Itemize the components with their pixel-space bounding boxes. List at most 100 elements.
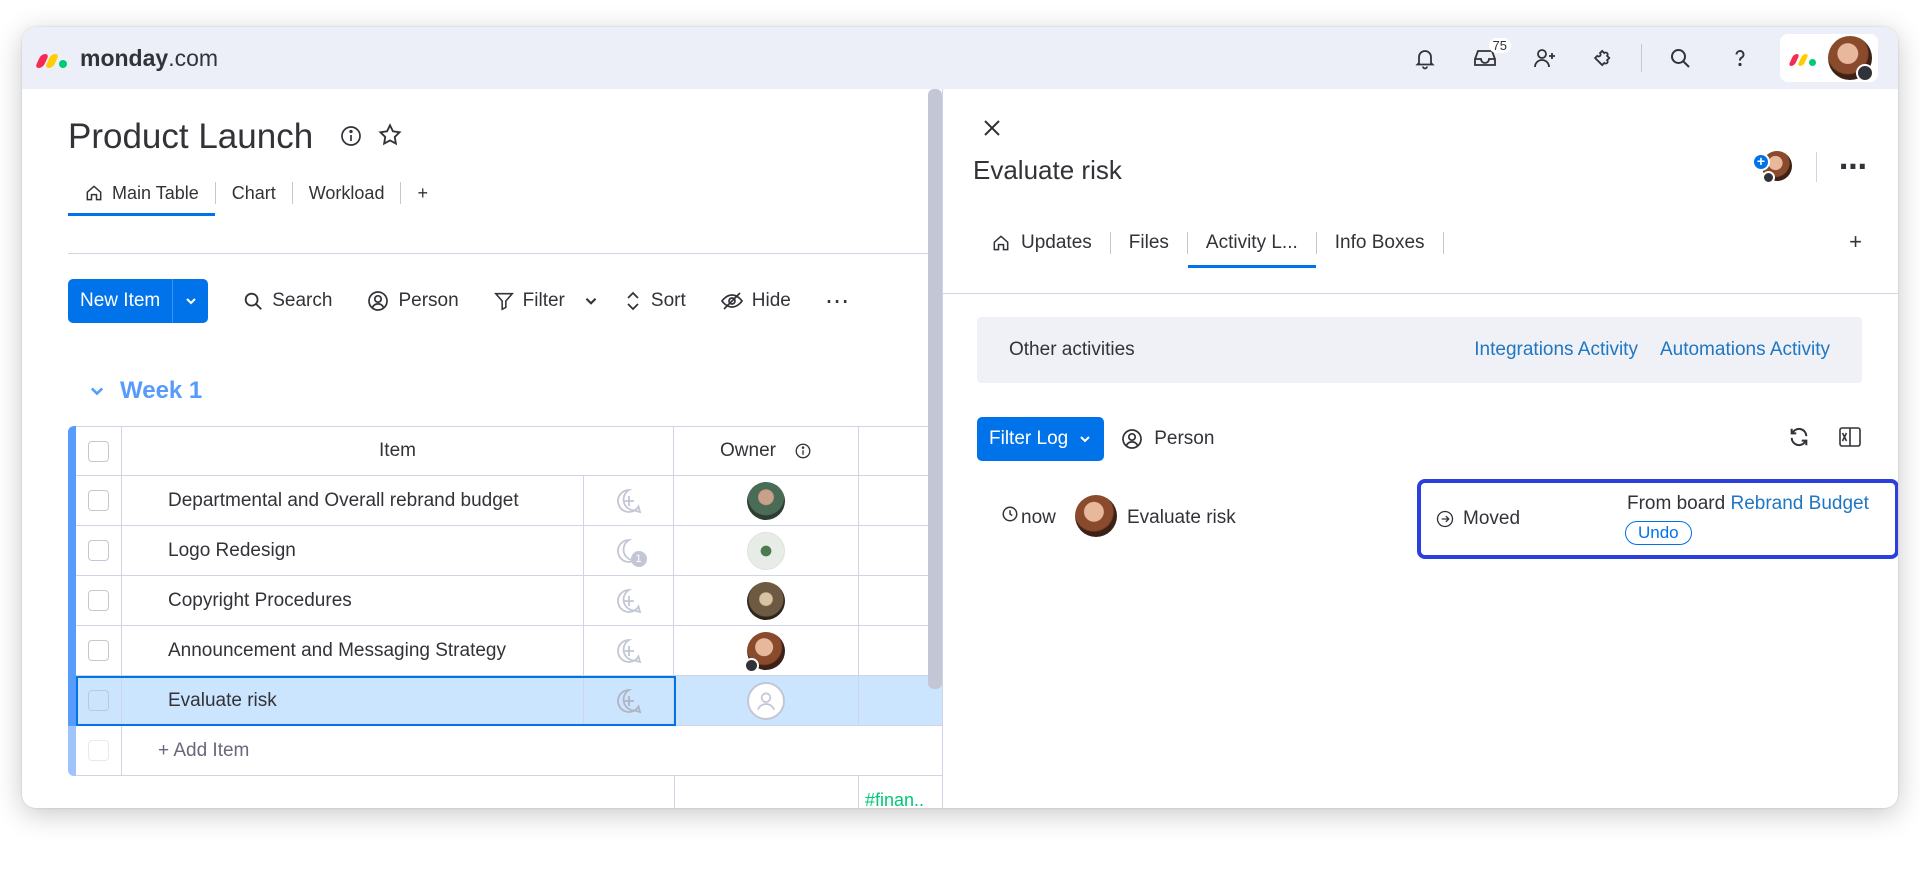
info-icon[interactable] (339, 117, 363, 157)
owner-cell[interactable] (674, 576, 859, 626)
add-update-icon[interactable] (615, 587, 643, 615)
chevron-down-icon[interactable] (583, 293, 599, 309)
log-from-board: From board Rebrand Budget (1627, 493, 1869, 515)
invite-members-icon[interactable] (1523, 36, 1567, 80)
row-checkbox[interactable] (88, 640, 109, 661)
activity-actions (1760, 426, 1862, 453)
owner-cell[interactable] (674, 626, 859, 676)
new-item-button[interactable]: New Item (68, 279, 172, 323)
tab-updates[interactable]: Updates (973, 221, 1110, 265)
group-color-bar (68, 676, 76, 726)
subscribers-avatar[interactable]: + (1752, 149, 1794, 185)
more-options-icon[interactable]: ⋯ (825, 287, 850, 316)
sort-button[interactable]: Sort (623, 289, 686, 313)
add-update-cell[interactable] (584, 626, 674, 676)
export-excel-icon[interactable] (1838, 426, 1862, 453)
update-count: 1 (630, 550, 647, 567)
add-item-label: + Add Item (158, 739, 250, 761)
inbox-icon[interactable]: 75 (1463, 36, 1511, 80)
table-row[interactable]: Departmental and Overall rebrand budget (68, 476, 942, 526)
item-name-cell[interactable]: Logo Redesign (122, 526, 584, 576)
new-item-dropdown[interactable] (172, 279, 208, 323)
refresh-icon[interactable] (1788, 426, 1810, 453)
chevron-down-icon (1080, 436, 1090, 443)
monday-logo[interactable]: monday.com (34, 45, 218, 72)
table-row[interactable]: Announcement and Messaging Strategy (68, 626, 942, 676)
add-item-cell[interactable]: + Add Item (122, 726, 942, 776)
updates-cell[interactable]: 1 (584, 526, 674, 576)
integrations-activity-link[interactable]: Integrations Activity (1474, 339, 1638, 361)
info-icon[interactable] (794, 442, 812, 460)
add-subscriber-icon: + (1752, 153, 1770, 171)
item-name-cell[interactable]: Copyright Procedures (122, 576, 584, 626)
close-icon[interactable] (981, 117, 1003, 144)
row-checkbox[interactable] (88, 590, 109, 611)
add-item-row[interactable]: + Add Item (68, 726, 942, 776)
group-header[interactable]: Week 1 (88, 377, 202, 405)
row-checkbox[interactable] (88, 490, 109, 511)
tab-activity-log[interactable]: Activity L... (1187, 221, 1316, 268)
person-filter-button[interactable]: Person (1120, 427, 1214, 451)
row-checkbox[interactable] (88, 540, 109, 561)
empty-person-icon[interactable] (747, 681, 785, 720)
more-options-icon[interactable]: ⋯ (1839, 153, 1868, 181)
owner-cell[interactable] (674, 676, 859, 726)
tab-main-table[interactable]: Main Table (68, 173, 215, 216)
column-header-owner[interactable]: Owner (674, 426, 859, 476)
other-activities-label: Other activities (1009, 339, 1135, 360)
item-name-cell[interactable]: Announcement and Messaging Strategy (122, 626, 584, 676)
tab-label: Info Boxes (1334, 232, 1425, 253)
add-update-cell[interactable] (584, 476, 674, 526)
summary-tag[interactable]: #finan.. (865, 790, 924, 808)
table-row-selected[interactable]: Evaluate risk (68, 676, 942, 726)
chevron-down-icon[interactable] (88, 382, 106, 400)
add-update-cell[interactable] (584, 676, 674, 726)
undo-button[interactable]: Undo (1625, 521, 1692, 545)
sort-icon (627, 291, 639, 311)
search-icon[interactable] (1658, 36, 1702, 80)
column-header-item[interactable]: Item (122, 426, 674, 476)
apps-puzzle-icon[interactable] (1583, 36, 1627, 80)
add-view-button[interactable]: + (401, 173, 444, 213)
update-bubble-icon[interactable]: 1 (615, 537, 647, 567)
hide-button[interactable]: Hide (720, 290, 791, 312)
filter-log-button[interactable]: Filter Log (977, 417, 1105, 461)
item-name-cell[interactable]: Departmental and Overall rebrand budget (122, 476, 584, 526)
filter-button[interactable]: Filter (493, 290, 599, 312)
group-title[interactable]: Week 1 (120, 377, 202, 405)
add-update-icon[interactable] (615, 687, 643, 715)
item-name-cell[interactable]: Evaluate risk (122, 676, 584, 726)
row-checkbox[interactable] (88, 690, 109, 711)
add-tab-button[interactable]: + (1849, 229, 1862, 255)
account-menu[interactable] (1780, 34, 1878, 82)
add-update-cell[interactable] (584, 576, 674, 626)
search-button[interactable]: Search (242, 290, 332, 312)
owner-cell[interactable] (674, 476, 859, 526)
automations-activity-link[interactable]: Automations Activity (1660, 339, 1830, 361)
add-update-icon[interactable] (615, 637, 643, 665)
tab-chart[interactable]: Chart (216, 173, 292, 213)
board-scrollbar[interactable] (928, 89, 942, 689)
group-color-bar (68, 576, 76, 626)
person-filter-button[interactable]: Person (366, 289, 459, 313)
eye-hide-icon (720, 292, 743, 310)
item-title[interactable]: Evaluate risk (973, 155, 1122, 186)
board-title-text[interactable]: Product Launch (68, 117, 313, 157)
log-action-text: Moved (1463, 508, 1521, 529)
help-icon[interactable] (1718, 36, 1762, 80)
table-row[interactable]: Logo Redesign 1 (68, 526, 942, 576)
from-board-link[interactable]: Rebrand Budget (1730, 493, 1868, 514)
owner-cell[interactable] (674, 526, 859, 576)
favorite-star-icon[interactable] (377, 117, 403, 157)
summary-row: #finan.. (68, 776, 942, 808)
tab-info-boxes[interactable]: Info Boxes (1317, 221, 1443, 265)
table-row[interactable]: Copyright Procedures (68, 576, 942, 626)
log-user-avatar[interactable] (1075, 495, 1117, 537)
summary-owner-cell (674, 776, 859, 808)
select-all-checkbox[interactable] (88, 440, 109, 462)
topbar-actions: 75 (1387, 27, 1878, 89)
tab-files[interactable]: Files (1111, 221, 1187, 265)
tab-workload[interactable]: Workload (293, 173, 401, 213)
bell-icon[interactable] (1403, 36, 1447, 80)
add-update-icon[interactable] (615, 487, 643, 515)
